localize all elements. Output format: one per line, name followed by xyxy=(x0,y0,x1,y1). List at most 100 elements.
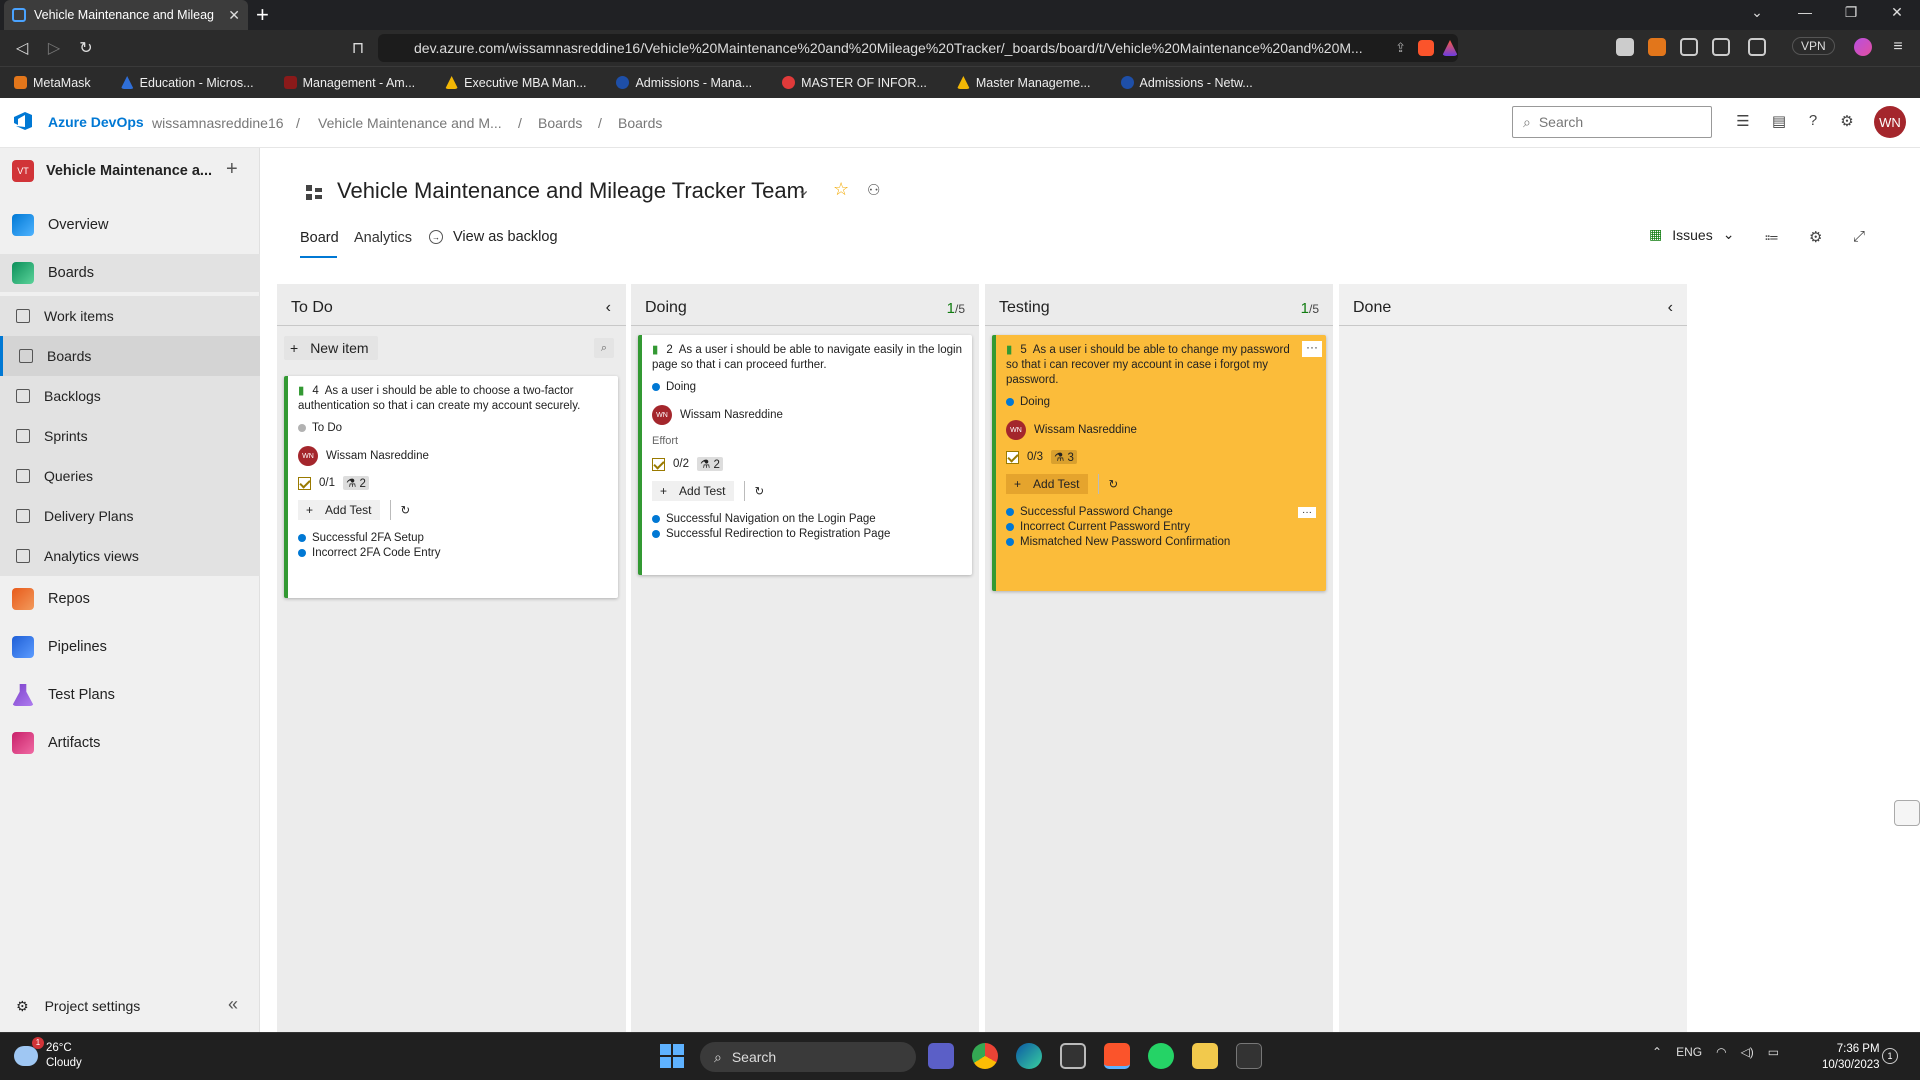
test-flask-icon[interactable]: ⚗ 2 xyxy=(697,457,723,471)
sidebar-item-repos[interactable]: Repos xyxy=(0,580,260,618)
bookmark-master-manageme[interactable]: Master Manageme... xyxy=(956,76,1091,90)
close-window-button[interactable]: ✕ xyxy=(1882,4,1912,21)
wifi-icon[interactable]: ◠ xyxy=(1716,1045,1726,1059)
tab-search-chevron-icon[interactable]: ⌄ xyxy=(1742,4,1772,21)
collapse-sidebar-icon[interactable]: « xyxy=(228,994,238,1015)
test-item[interactable]: Successful Password Change ··· xyxy=(1006,506,1316,518)
windows-start-icon[interactable] xyxy=(660,1044,684,1068)
work-item-card-2[interactable]: ▮ 2 As a user i should be able to navigate… xyxy=(638,335,972,575)
card-state[interactable]: To Do xyxy=(298,422,608,434)
test-list-more-icon[interactable]: ··· xyxy=(1298,506,1316,518)
forward-arrow-icon[interactable]: ▷ xyxy=(42,38,66,58)
back-arrow-icon[interactable]: ◁ xyxy=(10,38,34,58)
vpn-button[interactable]: VPN xyxy=(1792,37,1835,55)
app-hexagon-icon[interactable] xyxy=(1060,1043,1086,1069)
sidebar-item-delivery-plans[interactable]: Delivery Plans xyxy=(0,496,260,536)
backlog-level-selector[interactable]: ▦ Issues ⌄ xyxy=(1649,226,1734,243)
volume-icon[interactable]: ◁) xyxy=(1741,1045,1754,1059)
card-assignee[interactable]: WN Wissam Nasreddine xyxy=(1006,420,1316,440)
card-state[interactable]: Doing xyxy=(1006,396,1316,408)
brand-name[interactable]: Azure DevOps xyxy=(48,114,144,130)
marketplace-bag-icon[interactable]: ▤ xyxy=(1768,112,1790,130)
checkbox-tasks-icon[interactable] xyxy=(298,476,311,490)
breadcrumb-boards-current[interactable]: Boards xyxy=(618,115,662,131)
view-as-backlog-link[interactable]: → View as backlog xyxy=(429,229,558,245)
edge-icon[interactable] xyxy=(1016,1043,1042,1069)
file-explorer-folder-icon[interactable] xyxy=(1192,1043,1218,1069)
work-item-card-4[interactable]: ▮ 4 As a user i should be able to choose a… xyxy=(284,376,618,598)
checkbox-tasks-icon[interactable] xyxy=(652,457,665,471)
brave-shields-icon[interactable] xyxy=(1418,40,1434,56)
refresh-icon[interactable]: ↻ xyxy=(755,484,765,498)
add-test-button[interactable]: + Add Test xyxy=(298,500,380,520)
notification-center-icon[interactable]: 1 xyxy=(1882,1048,1898,1064)
sidebar-toggle-icon[interactable] xyxy=(1712,38,1730,56)
bookmark-metamask[interactable]: MetaMask xyxy=(14,76,91,90)
add-test-button[interactable]: + Add Test xyxy=(652,481,734,501)
card-title[interactable]: As a user i should be able to choose a t… xyxy=(298,385,580,412)
reload-icon[interactable]: ↻ xyxy=(74,38,98,58)
brave-browser-icon[interactable] xyxy=(1104,1043,1130,1069)
feedback-float-icon[interactable] xyxy=(1894,800,1920,826)
card-state[interactable]: Doing xyxy=(652,381,962,393)
filter-icon[interactable]: ⩴ xyxy=(1765,228,1778,245)
chrome-icon[interactable] xyxy=(972,1043,998,1069)
team-name-title[interactable]: Vehicle Maintenance and Mileage Tracker … xyxy=(337,178,805,204)
close-tab-icon[interactable]: ✕ xyxy=(228,7,240,24)
test-item[interactable]: Successful Redirection to Registration P… xyxy=(652,528,962,540)
new-item-button[interactable]: + New item xyxy=(284,336,378,360)
test-item[interactable]: Incorrect Current Password Entry xyxy=(1006,521,1316,533)
taskbar-search[interactable]: ⌕ Search xyxy=(700,1042,916,1072)
chevron-up-icon[interactable]: ⌃ xyxy=(1652,1045,1662,1059)
card-assignee[interactable]: WN Wissam Nasreddine xyxy=(298,446,608,466)
sidebar-item-test-plans[interactable]: Test Plans xyxy=(0,676,260,714)
card-title[interactable]: As a user i should be able to change my … xyxy=(1006,344,1290,386)
test-flask-icon[interactable]: ⚗ 3 xyxy=(1051,450,1077,464)
extensions-puzzle-icon[interactable] xyxy=(1680,38,1698,56)
breadcrumb-boards[interactable]: Boards xyxy=(538,115,582,131)
wallet-icon[interactable] xyxy=(1748,38,1766,56)
card-assignee[interactable]: WN Wissam Nasreddine xyxy=(652,405,962,425)
work-item-card-5[interactable]: ··· ▮ 5 As a user i should be able to chan… xyxy=(992,335,1326,591)
project-selector[interactable]: VT Vehicle Maintenance a... xyxy=(12,160,212,182)
bookmark-admissions-mana[interactable]: Admissions - Mana... xyxy=(616,76,752,90)
sidebar-item-artifacts[interactable]: Artifacts xyxy=(0,724,260,762)
test-item[interactable]: Mismatched New Password Confirmation xyxy=(1006,536,1316,548)
column-search-icon[interactable]: ⌕ xyxy=(594,338,614,358)
sidebar-item-queries[interactable]: Queries xyxy=(0,456,260,496)
share-icon[interactable]: ⇪ xyxy=(1391,40,1410,56)
breadcrumb-project[interactable]: Vehicle Maintenance and M... xyxy=(318,115,502,131)
tasks-progress[interactable]: 0/2 xyxy=(673,458,689,470)
whatsapp-icon[interactable] xyxy=(1148,1043,1174,1069)
sidebar-item-pipelines[interactable]: Pipelines xyxy=(0,628,260,666)
address-bar[interactable]: dev.azure.com/wissamnasreddine16/Vehicle… xyxy=(378,34,1458,62)
add-new-icon[interactable]: + xyxy=(226,158,238,181)
extension-icon[interactable] xyxy=(1616,38,1634,56)
test-flask-icon[interactable]: ⚗ 2 xyxy=(343,476,369,490)
help-icon[interactable]: ? xyxy=(1802,112,1824,129)
azure-devops-logo-icon[interactable] xyxy=(12,110,34,132)
favorite-star-icon[interactable]: ☆ xyxy=(833,179,849,200)
sidebar-item-boards[interactable]: Boards xyxy=(0,254,260,292)
battery-icon[interactable]: ▭ xyxy=(1768,1045,1779,1059)
new-tab-button[interactable]: + xyxy=(256,2,269,28)
sidebar-item-boards-sub[interactable]: Boards xyxy=(0,336,260,376)
language-indicator[interactable]: ENG xyxy=(1676,1045,1702,1059)
tasks-progress[interactable]: 0/1 xyxy=(319,477,335,489)
collapse-column-chevron-icon[interactable]: ‹ xyxy=(1668,299,1673,317)
tasks-progress[interactable]: 0/3 xyxy=(1027,451,1043,463)
bookmark-admissions-netw[interactable]: Admissions - Netw... xyxy=(1120,76,1253,90)
checkbox-tasks-icon[interactable] xyxy=(1006,450,1019,464)
task-list-icon[interactable]: ☰ xyxy=(1732,112,1754,130)
refresh-icon[interactable]: ↻ xyxy=(1109,477,1119,491)
menu-hamburger-icon[interactable]: ≡ xyxy=(1886,38,1910,56)
bookmark-executive-mba[interactable]: Executive MBA Man... xyxy=(445,76,586,90)
metamask-extension-icon[interactable] xyxy=(1648,38,1666,56)
bookmark-icon[interactable]: ⊓ xyxy=(346,38,370,58)
test-item[interactable]: Successful 2FA Setup xyxy=(298,532,608,544)
user-settings-icon[interactable]: ⚙ xyxy=(1836,112,1858,130)
brave-rewards-icon[interactable] xyxy=(1442,40,1458,56)
team-members-icon[interactable]: ⚇ xyxy=(867,181,880,199)
weather-widget[interactable]: 1 26°C Cloudy xyxy=(14,1037,82,1071)
collapse-column-chevron-icon[interactable]: ‹ xyxy=(606,299,611,317)
